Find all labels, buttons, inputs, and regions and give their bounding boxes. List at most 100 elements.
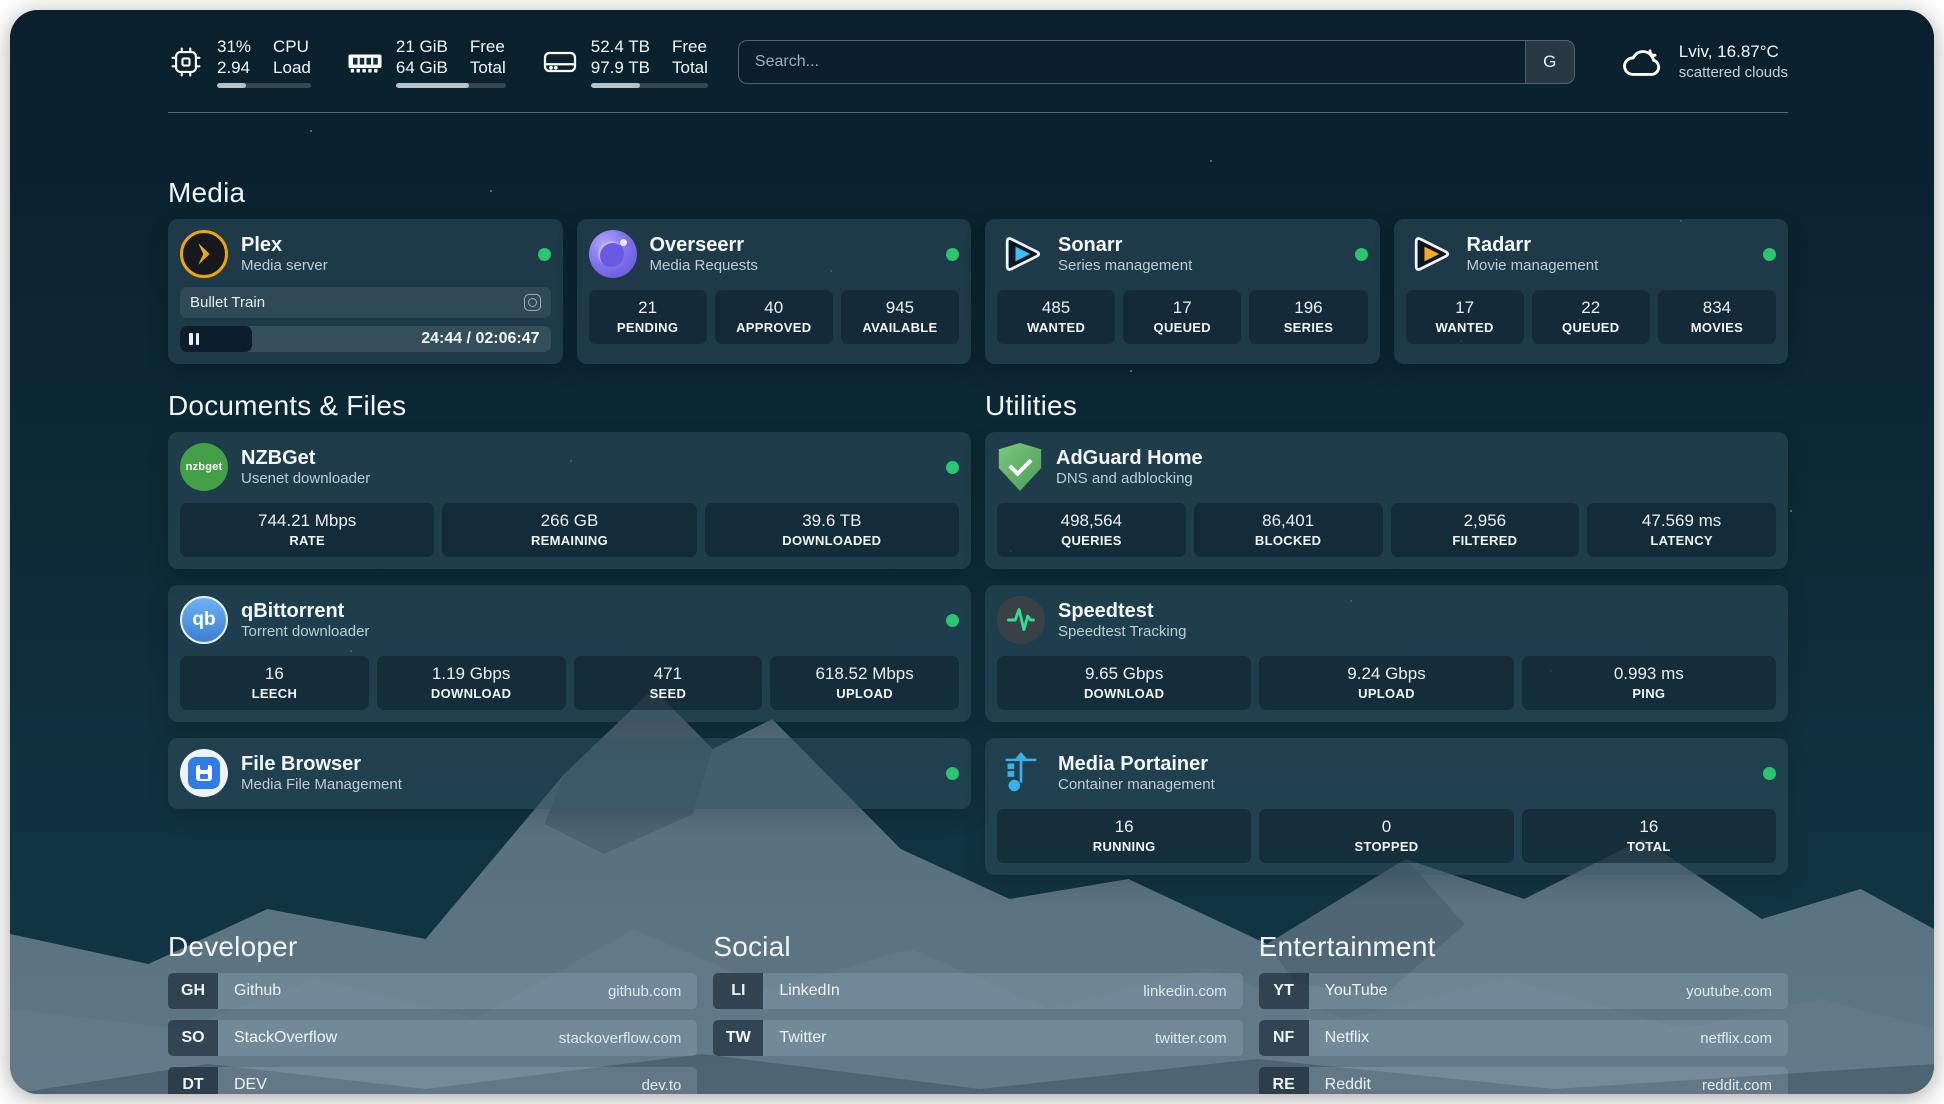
sonarr-icon — [997, 230, 1045, 278]
stat-label: MOVIES — [1662, 320, 1772, 335]
stat-label: STOPPED — [1263, 839, 1509, 854]
cpu-chip-icon — [168, 44, 204, 80]
bookmark-url: reddit.com — [1702, 1077, 1772, 1094]
stat-value: 16 — [184, 664, 365, 684]
app-card-overseerr[interactable]: Overseerr Media Requests 21 PENDING 40 A… — [577, 219, 972, 364]
stat-value: 1.19 Gbps — [381, 664, 562, 684]
bookmarks-social: Social LI LinkedIn linkedin.com TW Twitt… — [713, 931, 1242, 1094]
bookmark-name: YouTube — [1325, 982, 1388, 1000]
status-dot — [946, 767, 959, 780]
status-dot — [946, 461, 959, 474]
plex-icon — [180, 230, 228, 278]
status-dot — [946, 614, 959, 627]
bookmark-reddit[interactable]: RE Reddit reddit.com — [1259, 1067, 1788, 1094]
search-engine-button[interactable]: G — [1525, 41, 1574, 83]
app-card-nzbget[interactable]: nzbget NZBGet Usenet downloader 744.21 M… — [168, 432, 971, 569]
app-description: Movie management — [1467, 257, 1599, 275]
stat-value: 485 — [1001, 298, 1111, 318]
documents-section-title: Documents & Files — [168, 390, 971, 422]
nzbget-icon-text: nzbget — [186, 461, 223, 473]
stat-value: 17 — [1127, 298, 1237, 318]
memory-free-value: 21 GiB — [396, 36, 448, 57]
cpu-usage-value: 31% — [217, 36, 251, 57]
weather-widget: Lviv, 16.87°C scattered clouds — [1619, 40, 1788, 85]
memory-widget: 21 GiB 64 GiB Free Total — [347, 36, 506, 89]
app-description: Usenet downloader — [241, 470, 370, 488]
bookmark-dev[interactable]: DT DEV dev.to — [168, 1067, 697, 1094]
app-description: Media Requests — [650, 257, 758, 275]
playback-time: 24:44 / 02:06:47 — [421, 326, 539, 352]
app-card-filebrowser[interactable]: File Browser Media File Management — [168, 738, 971, 809]
qbittorrent-icon-text: qb — [192, 609, 215, 631]
stat-rate: 744.21 Mbps RATE — [180, 503, 434, 557]
disk-progress-bar — [591, 83, 708, 88]
app-card-qbittorrent[interactable]: qb qBittorrent Torrent downloader 16 LEE… — [168, 585, 971, 722]
app-card-radarr[interactable]: Radarr Movie management 17 WANTED 22 QUE… — [1394, 219, 1789, 364]
bookmark-youtube[interactable]: YT YouTube youtube.com — [1259, 973, 1788, 1009]
disk-progress-fill — [591, 83, 640, 88]
stat-label: DOWNLOAD — [381, 686, 562, 701]
stats-row: 21 PENDING 40 APPROVED 945 AVAILABLE — [589, 290, 960, 344]
stat-value: 21 — [593, 298, 703, 318]
bookmark-netflix[interactable]: NF Netflix netflix.com — [1259, 1020, 1788, 1056]
section-media: Media Plex Me — [168, 177, 1788, 364]
adguard-icon — [997, 443, 1043, 491]
stat-label: UPLOAD — [1263, 686, 1509, 701]
app-name: Radarr — [1467, 233, 1599, 257]
bookmark-github[interactable]: GH Github github.com — [168, 973, 697, 1009]
plex-now-playing: Bullet Train 24:44 / 02:06:47 — [180, 287, 551, 352]
stat-download: 9.65 Gbps DOWNLOAD — [997, 656, 1251, 710]
app-card-adguard[interactable]: AdGuard Home DNS and adblocking 498,564 … — [985, 432, 1788, 569]
stat-queued: 17 QUEUED — [1123, 290, 1241, 344]
bookmark-linkedin[interactable]: LI LinkedIn linkedin.com — [713, 973, 1242, 1009]
bookmark-name: StackOverflow — [234, 1029, 337, 1047]
bookmark-abbr: SO — [168, 1020, 218, 1056]
stats-row: 17 WANTED 22 QUEUED 834 MOVIES — [1406, 290, 1777, 344]
stat-label: APPROVED — [719, 320, 829, 335]
search-input[interactable] — [739, 41, 1525, 83]
bookmarks-entertainment: Entertainment YT YouTube youtube.com NF … — [1259, 931, 1788, 1094]
disk-free-label: Free — [672, 36, 708, 57]
stats-row: 485 WANTED 17 QUEUED 196 SERIES — [997, 290, 1368, 344]
app-card-plex[interactable]: Plex Media server Bullet Train — [168, 219, 563, 364]
stat-upload: 9.24 Gbps UPLOAD — [1259, 656, 1513, 710]
stat-wanted: 17 WANTED — [1406, 290, 1524, 344]
bookmark-url: twitter.com — [1155, 1030, 1227, 1047]
bookmark-name: Github — [234, 982, 281, 1000]
app-card-portainer[interactable]: Media Portainer Container management 16 … — [985, 738, 1788, 875]
weather-condition: scattered clouds — [1679, 63, 1788, 83]
bookmark-stackoverflow[interactable]: SO StackOverflow stackoverflow.com — [168, 1020, 697, 1056]
status-dot — [1763, 767, 1776, 780]
bookmark-abbr: DT — [168, 1067, 218, 1094]
stat-pending: 21 PENDING — [589, 290, 707, 344]
bookmark-abbr: TW — [713, 1020, 763, 1056]
bookmark-name: Netflix — [1325, 1029, 1369, 1047]
utilities-section-title: Utilities — [985, 390, 1788, 422]
stat-label: PENDING — [593, 320, 703, 335]
app-card-sonarr[interactable]: Sonarr Series management 485 WANTED 17 Q… — [985, 219, 1380, 364]
memory-total-label: Total — [470, 57, 506, 78]
dashboard-window: 31% 2.94 CPU Load — [10, 10, 1934, 1094]
bookmark-url: dev.to — [642, 1077, 682, 1094]
stat-label: DOWNLOAD — [1001, 686, 1247, 701]
bookmark-url: stackoverflow.com — [559, 1030, 682, 1047]
stat-value: 2,956 — [1395, 511, 1576, 531]
stat-label: AVAILABLE — [845, 320, 955, 335]
bookmark-name: Twitter — [779, 1029, 826, 1047]
stat-total: 16 TOTAL — [1522, 809, 1776, 863]
stat-label: WANTED — [1001, 320, 1111, 335]
cpu-progress-fill — [217, 83, 246, 88]
app-card-speedtest[interactable]: Speedtest Speedtest Tracking 9.65 Gbps D… — [985, 585, 1788, 722]
stat-label: LATENCY — [1591, 533, 1772, 548]
stats-row: 498,564 QUERIES 86,401 BLOCKED 2,956 FIL… — [997, 503, 1776, 557]
stat-value: 196 — [1253, 298, 1363, 318]
stat-value: 22 — [1536, 298, 1646, 318]
topbar: 31% 2.94 CPU Load — [168, 34, 1788, 90]
cloud-icon — [1619, 40, 1665, 85]
app-description: Media server — [241, 257, 328, 275]
stat-label: RATE — [184, 533, 430, 548]
filebrowser-icon — [180, 749, 228, 797]
app-name: Speedtest — [1058, 599, 1186, 623]
qbittorrent-icon: qb — [180, 596, 228, 644]
bookmark-twitter[interactable]: TW Twitter twitter.com — [713, 1020, 1242, 1056]
